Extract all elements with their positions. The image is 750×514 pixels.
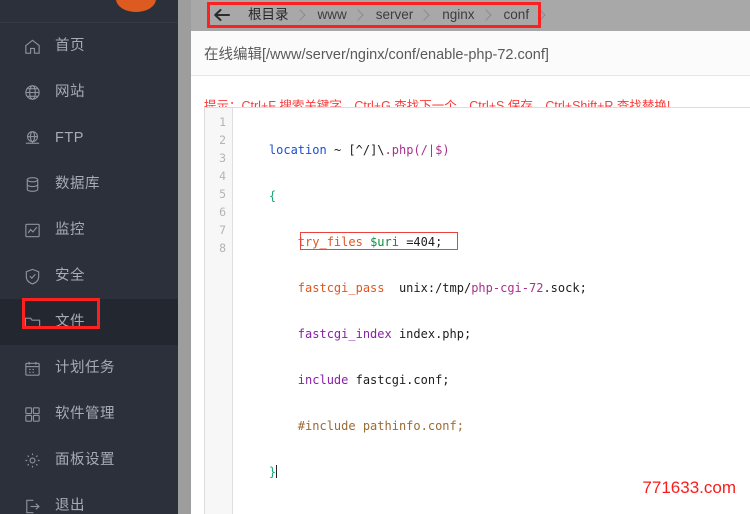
logout-icon [23,497,42,514]
sidebar-item-label: 计划任务 [55,359,115,376]
line-number: 8 [219,241,226,255]
breadcrumb-item-server[interactable]: server [376,8,431,22]
line-number: 5 [219,187,226,201]
code-line[interactable]: fastcgi_index index.php; [234,325,750,343]
page-backdrop-left [178,0,191,514]
sidebar-item-logout[interactable]: 退出 [0,483,178,514]
sidebar-item-label: 首页 [55,37,85,54]
breadcrumb: 根目录 www server nginx conf [191,0,750,30]
line-number: 3 [219,151,226,165]
sidebar-item-label: 数据库 [55,175,100,192]
sidebar-item-label: 退出 [55,497,85,514]
sidebar-item-ftp[interactable]: FTP [0,115,178,161]
folder-icon [23,313,42,332]
gear-icon [23,451,42,470]
sidebar-item-label: 安全 [55,267,85,284]
sidebar-item-database[interactable]: 数据库 [0,161,178,207]
sidebar-header [0,0,178,23]
code-editor[interactable]: 1 2 3 4 5 6 7 8 location ~ [^/]\.php(/|$… [204,107,750,514]
code-line[interactable]: fastcgi_pass unix:/tmp/php-cgi-72.sock; [234,279,750,297]
database-icon [23,175,42,194]
globe-icon [23,83,42,102]
sidebar-item-label: 文件 [55,313,85,330]
sidebar-item-label: FTP [55,129,84,146]
file-editor-modal: 在线编辑[/www/server/nginx/conf/enable-php-7… [191,31,750,514]
sidebar-item-software[interactable]: 软件管理 [0,391,178,437]
line-number: 1 [219,115,226,129]
monitor-icon [23,221,42,240]
calendar-icon [23,359,42,378]
sidebar-item-label: 面板设置 [55,451,115,468]
line-number: 7 [219,223,226,237]
line-number: 2 [219,133,226,147]
code-line[interactable]: include fastcgi.conf; [234,371,750,389]
sidebar-item-label: 网站 [55,83,85,100]
sidebar-item-security[interactable]: 安全 [0,253,178,299]
shield-icon [23,267,42,286]
sidebar-item-files[interactable]: 文件 [0,299,178,345]
logo-bars [10,0,44,4]
breadcrumb-item-www[interactable]: www [318,8,364,22]
ftp-icon [23,129,42,148]
home-icon [23,37,42,56]
line-number: 6 [219,205,226,219]
line-number-gutter: 1 2 3 4 5 6 7 8 [205,108,233,514]
apps-icon [23,405,42,424]
code-line[interactable]: try_files $uri =404; [234,233,750,251]
sidebar-item-home[interactable]: 首页 [0,23,178,69]
code-line[interactable]: { [234,187,750,205]
breadcrumb-item-nginx[interactable]: nginx [442,8,491,22]
breadcrumb-item-conf[interactable]: conf [504,8,547,22]
sidebar-item-label: 软件管理 [55,405,115,422]
sidebar-item-website[interactable]: 网站 [0,69,178,115]
sidebar: 首页 网站 FTP 数据库 监控 安全 文件 计划任务 软件管理 面板设置 退出 [0,0,178,514]
sidebar-nav: 首页 网站 FTP 数据库 监控 安全 文件 计划任务 软件管理 面板设置 退出 [0,23,178,514]
sidebar-item-label: 监控 [55,221,85,238]
sidebar-item-monitor[interactable]: 监控 [0,207,178,253]
logo-badge-icon [116,0,156,12]
back-arrow-icon[interactable] [212,7,232,23]
code-line[interactable]: #include pathinfo.conf; [234,417,750,435]
breadcrumb-item-root[interactable]: 根目录 [248,8,306,22]
page-title: 在线编辑[/www/server/nginx/conf/enable-php-7… [191,31,750,76]
code-content[interactable]: location ~ [^/]\.php(/|$) { try_files $u… [234,108,750,514]
line-number: 4 [219,169,226,183]
code-line[interactable]: location ~ [^/]\.php(/|$) [234,141,750,159]
sidebar-item-settings[interactable]: 面板设置 [0,437,178,483]
sidebar-item-crontab[interactable]: 计划任务 [0,345,178,391]
watermark: 771633.com [642,478,736,497]
